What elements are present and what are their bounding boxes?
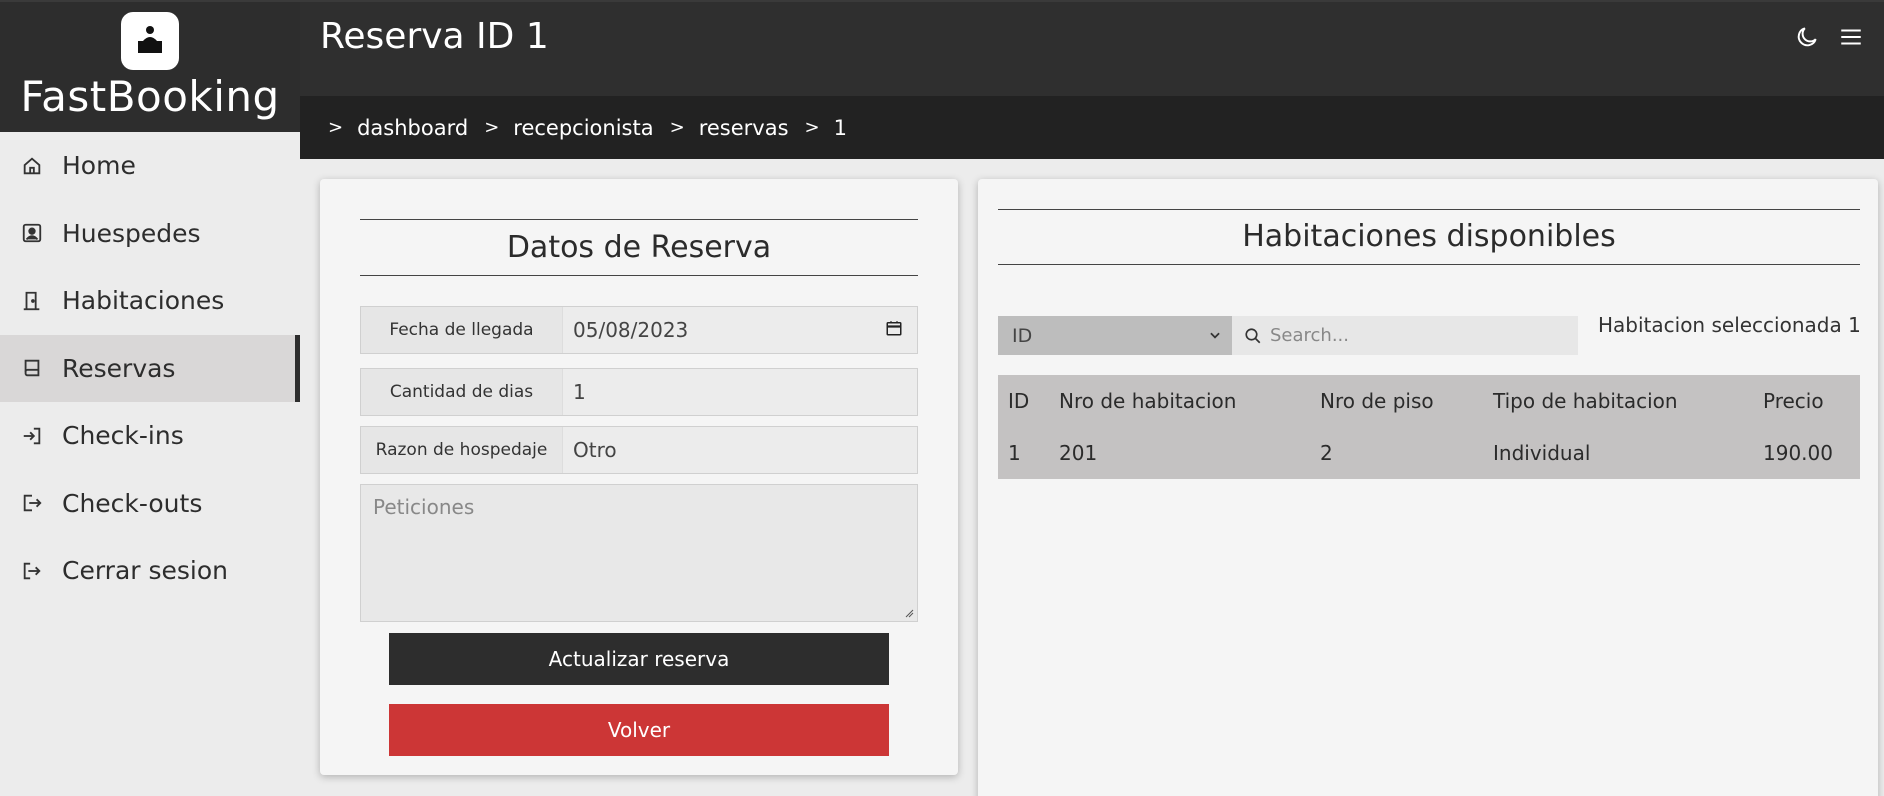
sidebar-item-checkins[interactable]: Check-ins — [0, 402, 300, 470]
days-value: 1 — [573, 380, 586, 404]
column-header-room-type[interactable]: Tipo de habitacion — [1483, 389, 1753, 413]
sidebar-item-label: Reservas — [62, 353, 176, 383]
sidebar-item-reservas[interactable]: Reservas — [0, 334, 300, 402]
sidebar-item-label: Cerrar sesion — [62, 556, 229, 586]
search-input[interactable]: Search... — [1232, 316, 1578, 355]
days-input[interactable]: 1 — [563, 369, 917, 415]
brand-name: FastBooking — [20, 72, 280, 121]
table-header-row: ID Nro de habitacion Nro de piso Tipo de… — [998, 375, 1860, 427]
rooms-table: ID Nro de habitacion Nro de piso Tipo de… — [998, 375, 1860, 479]
sidebar: FastBooking Home Huespedes Habitaciones … — [0, 0, 300, 796]
logo — [121, 12, 179, 70]
sidebar-item-label: Habitaciones — [62, 286, 225, 316]
receptionist-icon — [138, 26, 162, 53]
door-icon — [20, 289, 44, 313]
resize-grip-icon[interactable] — [904, 608, 914, 618]
sidebar-item-checkouts[interactable]: Check-outs — [0, 470, 300, 538]
update-reservation-button[interactable]: Actualizar reserva — [389, 633, 889, 685]
sidebar-nav: Home Huespedes Habitaciones Reservas Che… — [0, 132, 300, 605]
reason-row: Razon de hospedaje Otro — [360, 426, 918, 474]
breadcrumb: > dashboard > recepcionista > reservas >… — [300, 96, 1884, 159]
sidebar-item-home[interactable]: Home — [0, 132, 300, 200]
login-icon — [20, 424, 44, 448]
chevron-right-icon: > — [669, 117, 685, 138]
cell-room-number: 201 — [1059, 441, 1098, 465]
sidebar-item-huespedes[interactable]: Huespedes — [0, 200, 300, 268]
sidebar-item-label: Check-outs — [62, 488, 203, 518]
sidebar-item-cerrar-sesion[interactable]: Cerrar sesion — [0, 537, 300, 605]
menu-icon[interactable] — [1836, 22, 1866, 52]
rooms-panel: Habitaciones disponibles ID Search... Ha… — [978, 179, 1878, 796]
sidebar-item-label: Home — [62, 151, 136, 181]
logout-icon — [20, 491, 44, 515]
column-header-id[interactable]: ID — [998, 389, 1049, 413]
book-icon — [20, 356, 44, 380]
arrival-date-row: Fecha de llegada 05/08/2023 — [360, 306, 918, 354]
search-icon — [1244, 327, 1262, 345]
requests-textarea[interactable]: Peticiones — [360, 484, 918, 622]
reason-input[interactable]: Otro — [563, 427, 917, 473]
back-button[interactable]: Volver — [389, 704, 889, 756]
brand: FastBooking — [0, 0, 300, 132]
calendar-icon[interactable] — [885, 318, 903, 342]
column-header-floor[interactable]: Nro de piso — [1310, 389, 1483, 413]
table-row[interactable]: 1 201 2 Individual 190.00 — [998, 427, 1860, 479]
sidebar-item-label: Huespedes — [62, 218, 201, 248]
requests-placeholder: Peticiones — [373, 495, 475, 519]
column-header-room-number[interactable]: Nro de habitacion — [1049, 389, 1310, 413]
selected-room-text: Habitacion seleccionada 1 — [1598, 313, 1861, 337]
page-title: Reserva ID 1 — [320, 16, 549, 57]
exit-icon — [20, 559, 44, 583]
rooms-title: Habitaciones disponibles — [998, 209, 1860, 265]
reservation-title: Datos de Reserva — [360, 219, 918, 276]
filter-selected-value: ID — [1012, 324, 1033, 347]
days-row: Cantidad de dias 1 — [360, 368, 918, 416]
reason-label: Razon de hospedaje — [361, 427, 563, 473]
reason-value: Otro — [573, 438, 617, 462]
cell-room-type: Individual — [1493, 441, 1591, 465]
guest-icon — [20, 221, 44, 245]
home-icon — [20, 154, 44, 178]
cell-floor: 2 — [1320, 441, 1333, 465]
days-label: Cantidad de dias — [361, 369, 563, 415]
arrival-date-value: 05/08/2023 — [573, 318, 689, 342]
top-header: Reserva ID 1 — [300, 0, 1884, 96]
chevron-right-icon: > — [328, 117, 344, 138]
sidebar-item-label: Check-ins — [62, 421, 184, 451]
chevron-down-icon — [1208, 325, 1222, 347]
breadcrumb-current: 1 — [833, 115, 847, 140]
sidebar-item-habitaciones[interactable]: Habitaciones — [0, 267, 300, 335]
breadcrumb-recepcionista[interactable]: recepcionista — [513, 116, 653, 140]
column-header-price[interactable]: Precio — [1753, 389, 1853, 413]
arrival-date-input[interactable]: 05/08/2023 — [563, 307, 917, 353]
arrival-date-label: Fecha de llegada — [361, 307, 563, 353]
chevron-right-icon: > — [484, 117, 500, 138]
cell-id: 1 — [1008, 441, 1021, 465]
reservation-panel: Datos de Reserva Fecha de llegada 05/08/… — [320, 179, 958, 775]
breadcrumb-reservas[interactable]: reservas — [699, 116, 789, 140]
search-placeholder: Search... — [1270, 325, 1350, 346]
breadcrumb-dashboard[interactable]: dashboard — [357, 116, 468, 140]
filter-select[interactable]: ID — [998, 316, 1232, 355]
chevron-right-icon: > — [804, 117, 820, 138]
moon-icon[interactable] — [1792, 22, 1822, 52]
cell-price: 190.00 — [1763, 441, 1833, 465]
